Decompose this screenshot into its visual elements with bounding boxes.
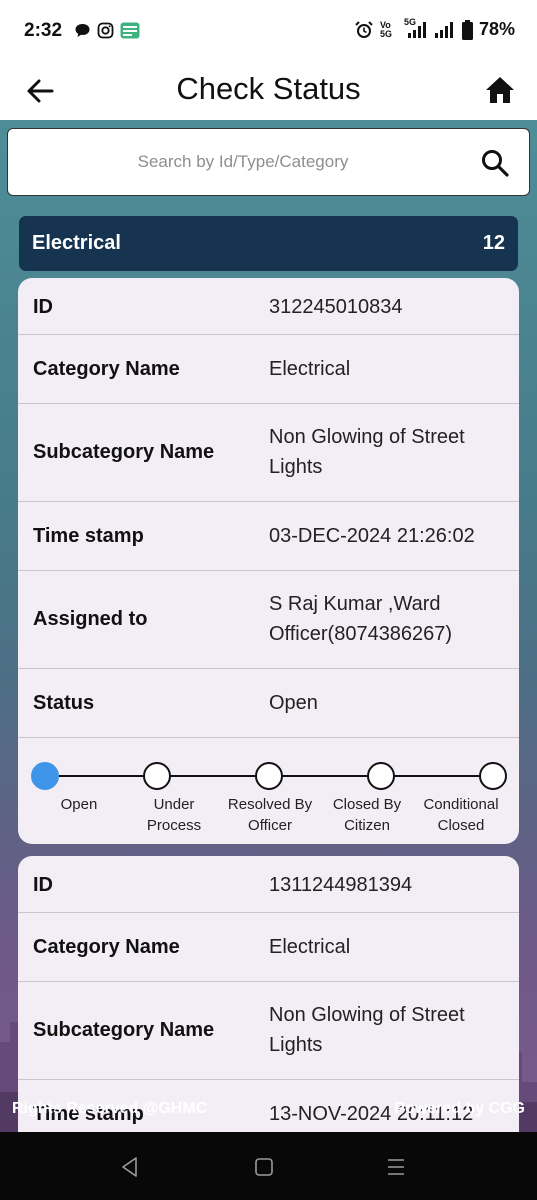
timeline-label: Open: [60, 796, 98, 813]
row-value: 312245010834: [269, 296, 403, 318]
timeline-label: Conditional Closed: [423, 796, 499, 834]
search-button[interactable]: [481, 149, 509, 177]
home-icon: [486, 77, 514, 103]
row-label: Subcategory Name: [33, 1019, 215, 1041]
footer-powered-by: Powered by CGG: [394, 1100, 525, 1117]
nav-home-icon: [255, 1158, 273, 1176]
detail-row-status: Status Open: [18, 669, 519, 738]
detail-row-id: ID 1311244981394: [18, 856, 519, 913]
timeline-step-resolved-by-officer: [255, 762, 283, 790]
detail-row-category: Category Name Electrical: [18, 335, 519, 404]
status-timeline: Open Under Process Resolved By Officer C…: [18, 738, 519, 844]
category-count: 12: [482, 232, 505, 254]
row-label: Status: [33, 692, 95, 714]
footer-copyright: Rights Reserved @GHMC: [12, 1100, 208, 1117]
row-value: Electrical: [269, 358, 351, 380]
row-value: 03-DEC-2024 21:26:02: [269, 525, 475, 547]
row-label: ID: [33, 296, 53, 318]
signal-icon: [434, 20, 456, 40]
nav-recents-icon: [388, 1159, 404, 1175]
timeline-label: Closed By Citizen: [332, 796, 402, 834]
signal-5g-icon: 5G: [403, 16, 428, 40]
row-value: 1311244981394: [269, 874, 413, 896]
timeline-label: Under Process: [146, 796, 202, 834]
timeline-step-under-process: [143, 762, 171, 790]
complaint-card[interactable]: ID 312245010834 Category Name Electrical…: [18, 278, 519, 844]
notification-icons: [74, 22, 140, 39]
app-badge-icon: [120, 22, 140, 39]
timeline-label: Resolved By Officer: [227, 796, 313, 834]
status-time: 2:32: [24, 20, 63, 41]
row-value: Non Glowing of Street Lights: [269, 1004, 465, 1056]
row-label: ID: [33, 874, 53, 896]
complaint-card[interactable]: ID 1311244981394 Category Name Electrica…: [18, 856, 519, 1132]
timeline-step-open: [31, 762, 59, 790]
search-input[interactable]: [18, 139, 468, 185]
row-value: Electrical: [269, 936, 351, 958]
instagram-icon: [97, 22, 114, 39]
content-area[interactable]: Electrical 12 ID 312245010834 Category N…: [0, 120, 537, 1132]
page-title: Check Status: [176, 71, 361, 106]
system-nav-bar: [0, 1132, 537, 1200]
row-value: Non Glowing of Street Lights: [269, 426, 465, 478]
category-name: Electrical: [32, 232, 121, 254]
row-label: Subcategory Name: [33, 441, 215, 463]
detail-row-category: Category Name Electrical: [18, 913, 519, 982]
row-value: Open: [269, 692, 318, 714]
detail-row-assigned: Assigned to S Raj Kumar ,Ward Officer(80…: [18, 571, 519, 669]
network-label: 5G: [403, 16, 416, 27]
status-bar: 2:32 Vo 5G 5G 78%: [0, 0, 537, 62]
battery-icon: [461, 19, 473, 40]
category-header[interactable]: Electrical 12: [19, 216, 518, 271]
volte-icon: Vo 5G: [379, 19, 392, 39]
detail-row-timestamp: Time stamp 03-DEC-2024 21:26:02: [18, 502, 519, 571]
nav-back-button[interactable]: [117, 1154, 143, 1180]
timeline-step-conditional-closed: [479, 762, 507, 790]
detail-row-id: ID 312245010834: [18, 278, 519, 335]
home-button[interactable]: [483, 74, 517, 106]
search-bar: [7, 128, 530, 196]
row-label: Time stamp: [33, 525, 144, 547]
nav-back-icon: [122, 1157, 137, 1177]
chat-bubble-icon: [74, 22, 91, 39]
search-icon: [482, 150, 509, 177]
row-label: Assigned to: [33, 608, 148, 630]
row-label: Category Name: [33, 358, 180, 380]
row-label: Category Name: [33, 936, 180, 958]
system-icons: Vo 5G 5G 78%: [354, 16, 515, 40]
detail-row-subcategory: Subcategory Name Non Glowing of Street L…: [18, 404, 519, 502]
nav-home-button[interactable]: [251, 1154, 277, 1180]
battery-percent: 78%: [478, 19, 515, 39]
detail-row-subcategory: Subcategory Name Non Glowing of Street L…: [18, 982, 519, 1080]
row-value: S Raj Kumar ,Ward Officer(8074386267): [269, 593, 453, 645]
app-bar: Check Status: [0, 62, 537, 120]
nav-recents-button[interactable]: [383, 1154, 409, 1180]
timeline-step-closed-by-citizen: [367, 762, 395, 790]
alarm-icon: [354, 20, 374, 40]
